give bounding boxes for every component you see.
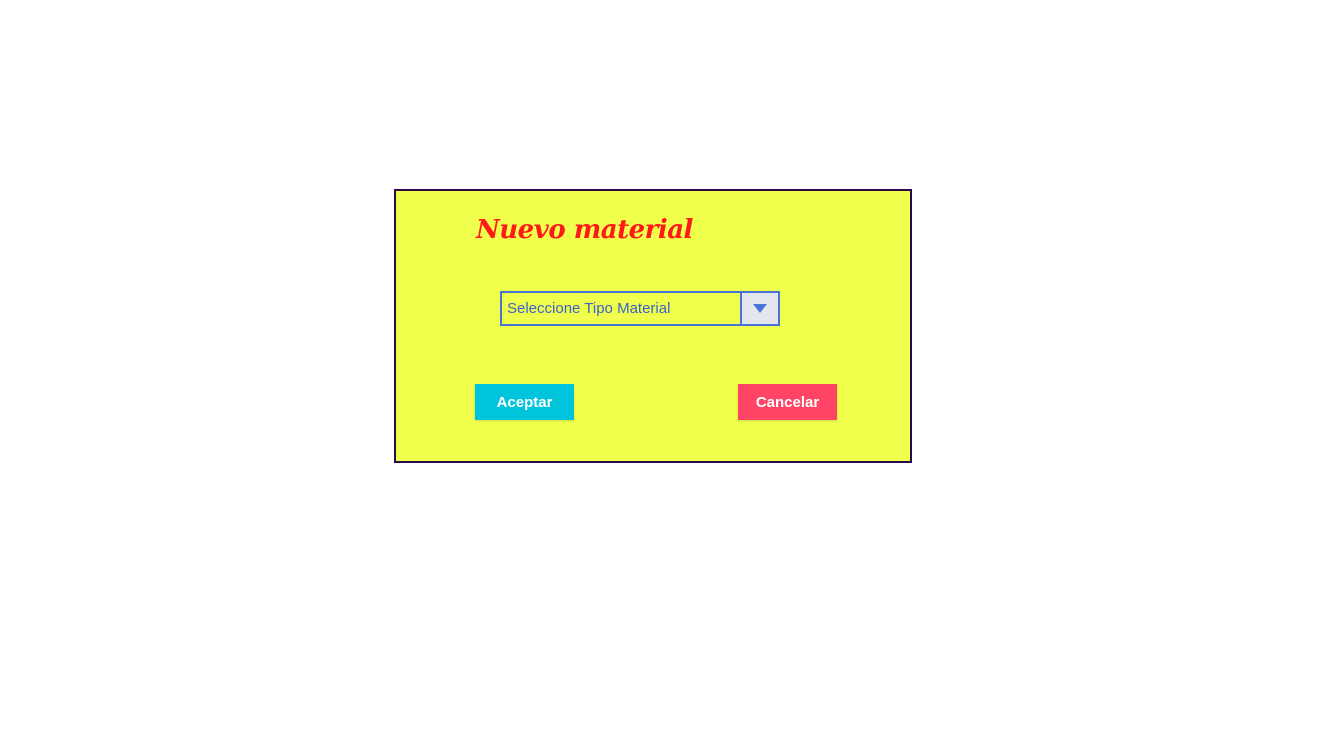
accept-button[interactable]: Aceptar bbox=[475, 384, 574, 420]
cancel-button[interactable]: Cancelar bbox=[738, 384, 837, 420]
new-material-dialog: Nuevo material Seleccione Tipo Material … bbox=[394, 189, 912, 463]
triangle-down-icon bbox=[753, 304, 767, 313]
material-type-select[interactable]: Seleccione Tipo Material bbox=[500, 291, 780, 326]
dialog-title: Nuevo material bbox=[476, 215, 693, 245]
material-type-select-value: Seleccione Tipo Material bbox=[507, 300, 671, 317]
dropdown-button[interactable] bbox=[740, 293, 778, 324]
